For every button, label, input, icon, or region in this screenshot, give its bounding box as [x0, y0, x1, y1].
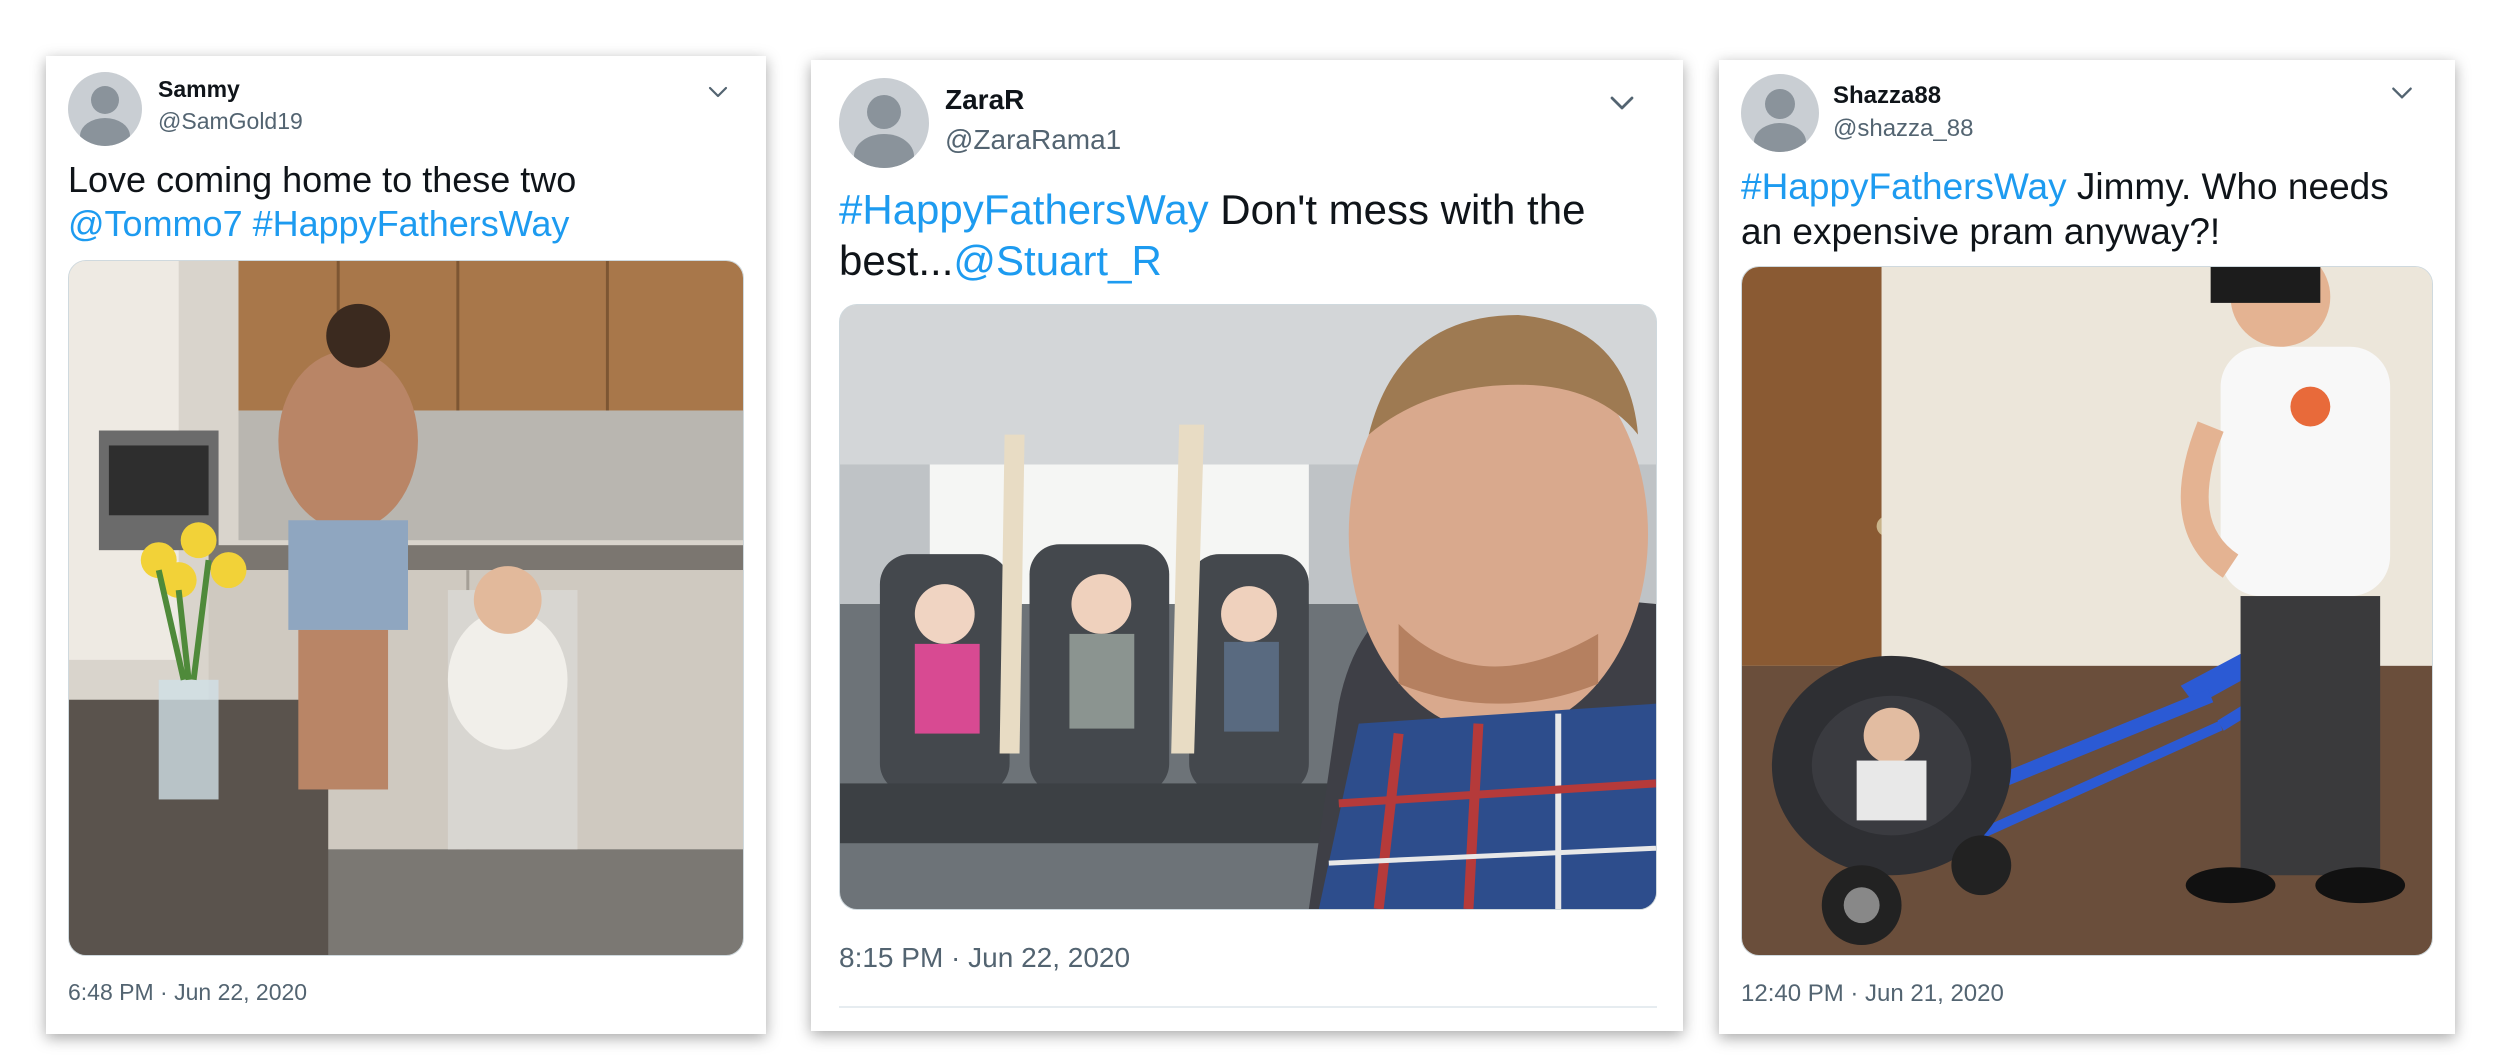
tweet-photo-kitchen[interactable] [68, 260, 744, 956]
display-name[interactable]: Sammy [158, 76, 240, 103]
hashtag-link[interactable]: #HappyFathersWay [1741, 166, 2067, 207]
hashtag-link[interactable]: #HappyFathersWay [839, 186, 1209, 233]
tweet-card-sammy[interactable]: Sammy @SamGold19 Love coming home to the… [46, 56, 766, 1034]
default-avatar-icon[interactable] [839, 78, 929, 168]
tweet-card-shazza88[interactable]: Shazza88 @shazza_88 #HappyFathersWay Jim… [1719, 60, 2455, 1034]
avatar-head [91, 86, 119, 114]
chevron-down-icon[interactable] [1607, 88, 1637, 118]
divider [839, 1006, 1657, 1008]
tweet-timestamp[interactable]: 8:15 PM · Jun 22, 2020 [839, 942, 1130, 974]
tweet-photo-trolley-pram[interactable] [1741, 266, 2433, 956]
user-handle[interactable]: @SamGold19 [158, 108, 303, 135]
tweet-text-space [243, 203, 253, 244]
tweet-timestamp[interactable]: 12:40 PM · Jun 21, 2020 [1741, 980, 2004, 1008]
kitchen-photo-illustration [69, 261, 743, 955]
mention-link[interactable]: @Tommo7 [68, 203, 243, 244]
avatar-torso [854, 134, 914, 168]
avatar-head [1765, 89, 1795, 119]
display-name[interactable]: Shazza88 [1833, 82, 1941, 110]
hashtag-link[interactable]: #HappyFathersWay [253, 203, 570, 244]
chevron-down-icon[interactable] [2389, 80, 2415, 106]
tweet-collage: Sammy @SamGold19 Love coming home to the… [0, 0, 2500, 1059]
display-name[interactable]: ZaraR [945, 84, 1024, 116]
tweet-card-zarar[interactable]: ZaraR @ZaraRama1 #HappyFathersWay Don't … [811, 60, 1683, 1031]
tweet-text: Love coming home to these two @Tommo7 #H… [68, 158, 728, 246]
tweet-timestamp[interactable]: 6:48 PM · Jun 22, 2020 [68, 979, 307, 1006]
avatar-head [867, 95, 901, 129]
tweet-photo-car-selfie[interactable] [839, 304, 1657, 910]
user-handle[interactable]: @shazza_88 [1833, 115, 1973, 143]
car-selfie-photo-illustration [840, 305, 1656, 909]
tweet-text-plain: Love coming home to these two [68, 159, 577, 200]
avatar-torso [1754, 123, 1806, 152]
avatar-torso [80, 118, 130, 146]
tweet-text: #HappyFathersWay Don't mess with the bes… [839, 184, 1659, 286]
chevron-down-icon[interactable] [706, 80, 730, 104]
default-avatar-icon[interactable] [1741, 74, 1819, 152]
default-avatar-icon[interactable] [68, 72, 142, 146]
mention-link[interactable]: @Stuart_R [953, 237, 1161, 284]
tweet-text: #HappyFathersWay Jimmy. Who needs an exp… [1741, 164, 2431, 254]
trolley-pram-photo-illustration [1742, 267, 2432, 955]
user-handle[interactable]: @ZaraRama1 [945, 124, 1121, 156]
